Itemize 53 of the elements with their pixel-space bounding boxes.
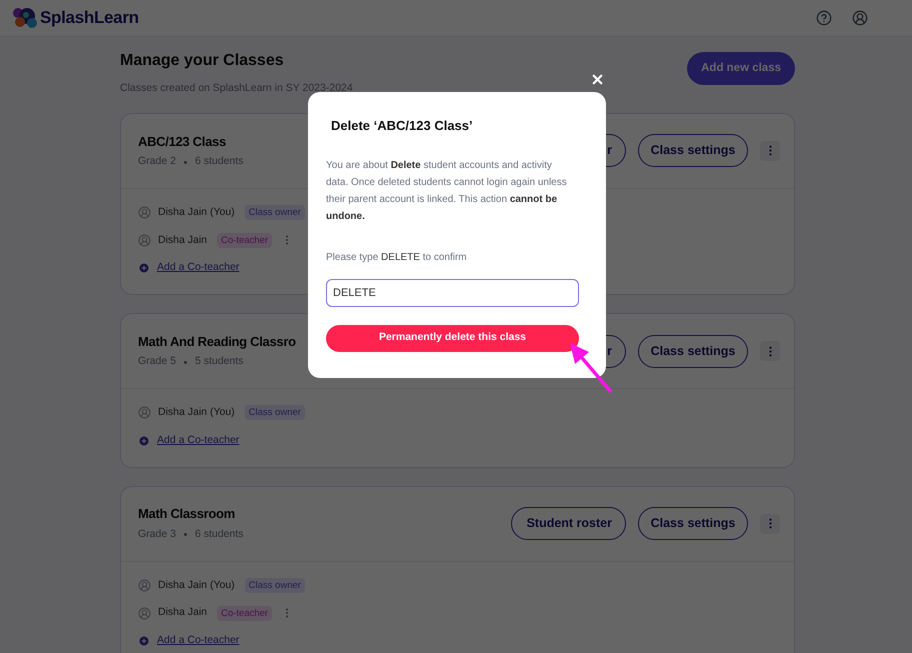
add-icon — [138, 262, 150, 274]
close-button[interactable] — [590, 72, 605, 87]
class-settings-button[interactable]: Class settings — [638, 134, 748, 168]
avatar-icon — [138, 234, 151, 247]
grade-label: Grade 5 — [138, 354, 176, 370]
pointer-arrow — [567, 340, 613, 394]
more-button[interactable] — [760, 341, 780, 361]
teacher-name: Disha Jain (You) — [158, 204, 235, 220]
dot-separator-icon — [184, 160, 187, 164]
grade-label: Grade 2 — [138, 154, 176, 170]
teacher-name: Disha Jain — [158, 605, 208, 620]
avatar-icon — [138, 606, 151, 620]
dialog-message: You are about Delete student accounts and activity data. Once deleted students cannot login again unless their parent account is linked. This action cannot be undone. — [326, 158, 568, 224]
add-co-teacher-link[interactable]: Add a Co-teacher — [157, 260, 240, 276]
add-co-teacher-link[interactable]: Add a Co-teacher — [157, 432, 240, 448]
add-co-teacher-link[interactable]: Add a Co-teacher — [157, 633, 240, 649]
add-class-button[interactable]: Add new class — [687, 52, 795, 85]
teacher-name: Disha Jain (You) — [158, 405, 235, 420]
class-settings-button[interactable]: Class settings — [638, 507, 748, 540]
logo-icon — [12, 7, 38, 29]
more-button[interactable] — [760, 514, 780, 534]
student-count: 6 students — [194, 154, 244, 170]
grade-label: Grade 3 — [138, 526, 176, 542]
student-count: 6 students — [194, 526, 244, 542]
dot-separator-icon — [184, 533, 187, 536]
avatar-icon — [138, 206, 151, 220]
profile-icon[interactable] — [852, 10, 868, 26]
role-badge: Co-teacher — [217, 606, 272, 621]
avatar-icon — [138, 578, 151, 592]
dialog-title: Delete ‘ABC/123 Class’ — [331, 117, 474, 135]
student-roster-button[interactable]: Student roster — [511, 507, 626, 540]
confirm-input[interactable]: DELETE — [326, 278, 579, 306]
page-title: Manage your Classes — [120, 51, 285, 71]
class-settings-button[interactable]: Class settings — [638, 334, 748, 368]
add-icon — [138, 634, 150, 647]
dot-separator-icon — [184, 360, 187, 364]
class-name: Math Classroom — [138, 505, 235, 524]
class-name: Math And Reading Classro — [138, 332, 296, 351]
help-icon[interactable] — [816, 10, 832, 26]
class-name: ABC/123 Class — [138, 132, 226, 151]
add-icon — [138, 434, 150, 447]
brand-name: SplashLearn — [40, 7, 139, 30]
role-badge: Class owner — [244, 205, 305, 220]
confirm-instruction: Please type DELETE to confirm — [326, 250, 468, 264]
more-button[interactable] — [760, 140, 780, 161]
avatar-icon — [138, 406, 151, 420]
teacher-name: Disha Jain (You) — [158, 578, 235, 592]
role-badge: Class owner — [244, 578, 305, 593]
student-count: 5 students — [194, 354, 244, 370]
role-badge: Co-teacher — [217, 232, 272, 248]
teacher-name: Disha Jain — [158, 232, 208, 248]
role-badge: Class owner — [244, 405, 305, 420]
delete-class-button[interactable]: Permanently delete this class — [326, 324, 579, 352]
